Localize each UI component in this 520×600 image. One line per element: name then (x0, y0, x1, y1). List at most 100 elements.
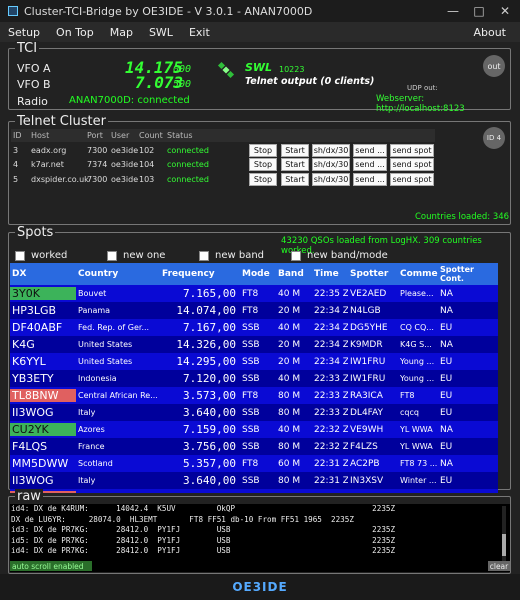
filter-new-band-label: new band (215, 250, 265, 261)
start-button[interactable]: Start (281, 158, 309, 171)
col-spotter-cont[interactable]: Spotter Cont. (438, 265, 476, 283)
maximize-icon[interactable]: □ (466, 0, 492, 22)
tci-group: TCI VFO A 14.175 000 VFO B 7.073 500 Rad… (8, 41, 511, 114)
new-band-checkbox[interactable] (199, 250, 209, 261)
spot-spotter: RA3ICA (350, 390, 383, 401)
spot-mode: SSB (240, 493, 276, 494)
telnet-row[interactable]: 5 dxspider.co.uk 7300 oe3ide 103 connect… (11, 172, 227, 186)
spot-row[interactable]: K4G United States 14.326,00 SSB 20 M 22:34 ZK… (10, 336, 498, 353)
spot-row[interactable]: II3WOG Italy 3.640,00 SSB 80 M 22:33 Z DL4FAY c… (10, 404, 498, 421)
menu-map[interactable]: Map (102, 26, 141, 39)
raw-scroll-thumb[interactable] (502, 534, 506, 556)
telnet-row[interactable]: 3 eadx.org 7300 oe3ide 102 connected (11, 143, 227, 157)
send-cmd-button[interactable]: send ... (353, 173, 387, 186)
filter-new-band[interactable]: new band (199, 250, 264, 261)
radio-status: ANAN7000D: connected (69, 95, 190, 106)
send-spot-button[interactable]: send spot (390, 158, 434, 171)
spot-mode: SSB (242, 322, 260, 333)
stop-button[interactable]: Stop (249, 173, 277, 186)
close-icon[interactable]: ✕ (492, 0, 518, 22)
spot-country: Azores (78, 425, 105, 434)
spot-row[interactable]: 3Y0K Bouvet 7.165,00 FT8 40 M 22:35 Z VE2AED Pl… (10, 285, 498, 302)
telnet-id: 5 (13, 174, 19, 184)
col-dx[interactable]: DX (10, 269, 76, 279)
spot-mode: SSB (242, 356, 260, 367)
sh-dx-button[interactable]: sh/dx/30 (312, 158, 350, 171)
col-band[interactable]: Band (276, 269, 312, 279)
menu-about[interactable]: About (465, 26, 514, 39)
spot-comment: CQ CQ... (400, 323, 434, 332)
sh-dx-button[interactable]: sh/dx/30 (312, 173, 350, 186)
raw-line: id5: DX de PR7KG: 28412.0 PY1FJ USB 2235… (11, 535, 396, 545)
telnet-count: 104 (139, 159, 155, 169)
menu-setup[interactable]: Setup (0, 26, 48, 39)
spot-mode: SSB (242, 441, 260, 452)
spot-comment: Winter ... (400, 476, 437, 485)
filter-new-one-label: new one (123, 250, 166, 261)
start-button[interactable]: Start (281, 144, 309, 157)
spot-row[interactable]: YB3ETY Indonesia 7.120,00 SSB 40 M 22:33 Z IW1… (10, 370, 498, 387)
clear-button[interactable]: clear (488, 561, 510, 571)
minimize-icon[interactable]: — (440, 0, 466, 22)
tci-group-title: TCI (15, 41, 40, 56)
spot-time: 22:32 Z (314, 424, 348, 435)
col-mode[interactable]: Mode (240, 269, 276, 279)
stop-button[interactable]: Stop (249, 158, 277, 171)
col-comment[interactable]: Commen (398, 269, 438, 279)
col-spotter[interactable]: Spotter (348, 269, 398, 279)
spot-row[interactable]: K6YYL United States 14.295,00 SSB 20 M 22:34 … (10, 353, 498, 370)
col-frequency[interactable]: Frequency (160, 269, 240, 279)
spot-row[interactable]: F4LQS France 3.756,00 SSB 80 M 22:32 Z F4LZS YL… (10, 438, 498, 455)
spot-dx: YB3ETY (12, 372, 54, 385)
sh-dx-button[interactable]: sh/dx/30 (312, 144, 350, 157)
spot-time: 22:33 Z (314, 407, 348, 418)
webserver-url[interactable]: Webserver: http://localhost:8123 (376, 94, 510, 114)
window-title: Cluster-TCI-Bridge by OE3IDE - V 3.0.1 -… (24, 4, 313, 18)
raw-line: id4: DX de PR7KG: 28412.0 PY1FJ USB 2235… (11, 546, 396, 556)
col-time[interactable]: Time (312, 269, 348, 279)
start-button[interactable]: Start (281, 173, 309, 186)
spot-row[interactable]: V31YJBelize18.146,00SSB17 M22:29 ZN5SKTH… (10, 489, 498, 493)
send-spot-button[interactable]: send spot (390, 144, 434, 157)
filter-worked[interactable]: worked (15, 250, 67, 261)
send-spot-button[interactable]: send spot (390, 173, 434, 186)
spot-cont: NA (440, 339, 453, 350)
spots-header: DX Country Frequency Mode Band Time Spot… (10, 263, 498, 285)
spot-mode: SSB (242, 407, 260, 418)
spot-freq: 14.326,00 (176, 338, 236, 351)
spot-band: 20 M (278, 305, 301, 316)
filter-new-one[interactable]: new one (107, 250, 165, 261)
spot-row[interactable]: MM5DWW Scotland 5.357,00 FT8 60 M 22:31 Z AC2P… (10, 455, 498, 472)
filter-new-band-mode[interactable]: new band/mode (291, 250, 388, 261)
new-one-checkbox[interactable] (107, 250, 117, 261)
spots-table[interactable]: DX Country Frequency Mode Band Time Spot… (10, 263, 498, 493)
telnet-row[interactable]: 4 k7ar.net 7374 oe3ide 104 connected (11, 157, 227, 171)
spot-comment: cqcq (400, 408, 419, 417)
new-band-mode-checkbox[interactable] (291, 250, 301, 261)
spot-time: 22:31 Z (314, 475, 348, 486)
menu-on-top[interactable]: On Top (48, 26, 102, 39)
col-country[interactable]: Country (76, 269, 160, 279)
send-cmd-button[interactable]: send ... (353, 144, 387, 157)
menu-swl[interactable]: SWL (141, 26, 181, 39)
spot-row[interactable]: HP3LGB Panama 14.074,00 FT8 20 M 22:34 Z N4LGB… (10, 302, 498, 319)
spot-band: 40 M (278, 424, 301, 435)
telnet-user: oe3ide (111, 145, 139, 155)
send-cmd-button[interactable]: send ... (353, 158, 387, 171)
spot-freq: 5.357,00 (183, 457, 236, 470)
spot-row[interactable]: TL8BNW Central African Re... 3.573,00 FT8 80… (10, 387, 498, 404)
spot-country: United States (78, 340, 133, 349)
worked-checkbox[interactable] (15, 250, 25, 261)
stop-button[interactable]: Stop (249, 144, 277, 157)
menu-exit[interactable]: Exit (181, 26, 218, 39)
spot-dx: 3Y0K (10, 287, 76, 300)
out-button[interactable]: out (483, 55, 505, 77)
spot-row[interactable]: DF40ABF Fed. Rep. of Ger... 7.167,00 SSB 40 … (10, 319, 498, 336)
spot-time: 22:34 Z (314, 356, 348, 367)
spots-rows: 3Y0K Bouvet 7.165,00 FT8 40 M 22:35 Z VE2AED Pl… (10, 285, 498, 493)
spot-row[interactable]: CU2YK Azores 7.159,00 SSB 40 M 22:32 Z VE9WH YL… (10, 421, 498, 438)
spot-freq: 3.756,00 (183, 440, 236, 453)
spot-row[interactable]: II3WOG Italy 3.640,00 SSB 80 M 22:31 Z IN3XSV W… (10, 472, 498, 489)
auto-scroll-toggle[interactable]: auto scroll enabled (10, 561, 92, 571)
id-button[interactable]: ID 4 (483, 127, 505, 149)
